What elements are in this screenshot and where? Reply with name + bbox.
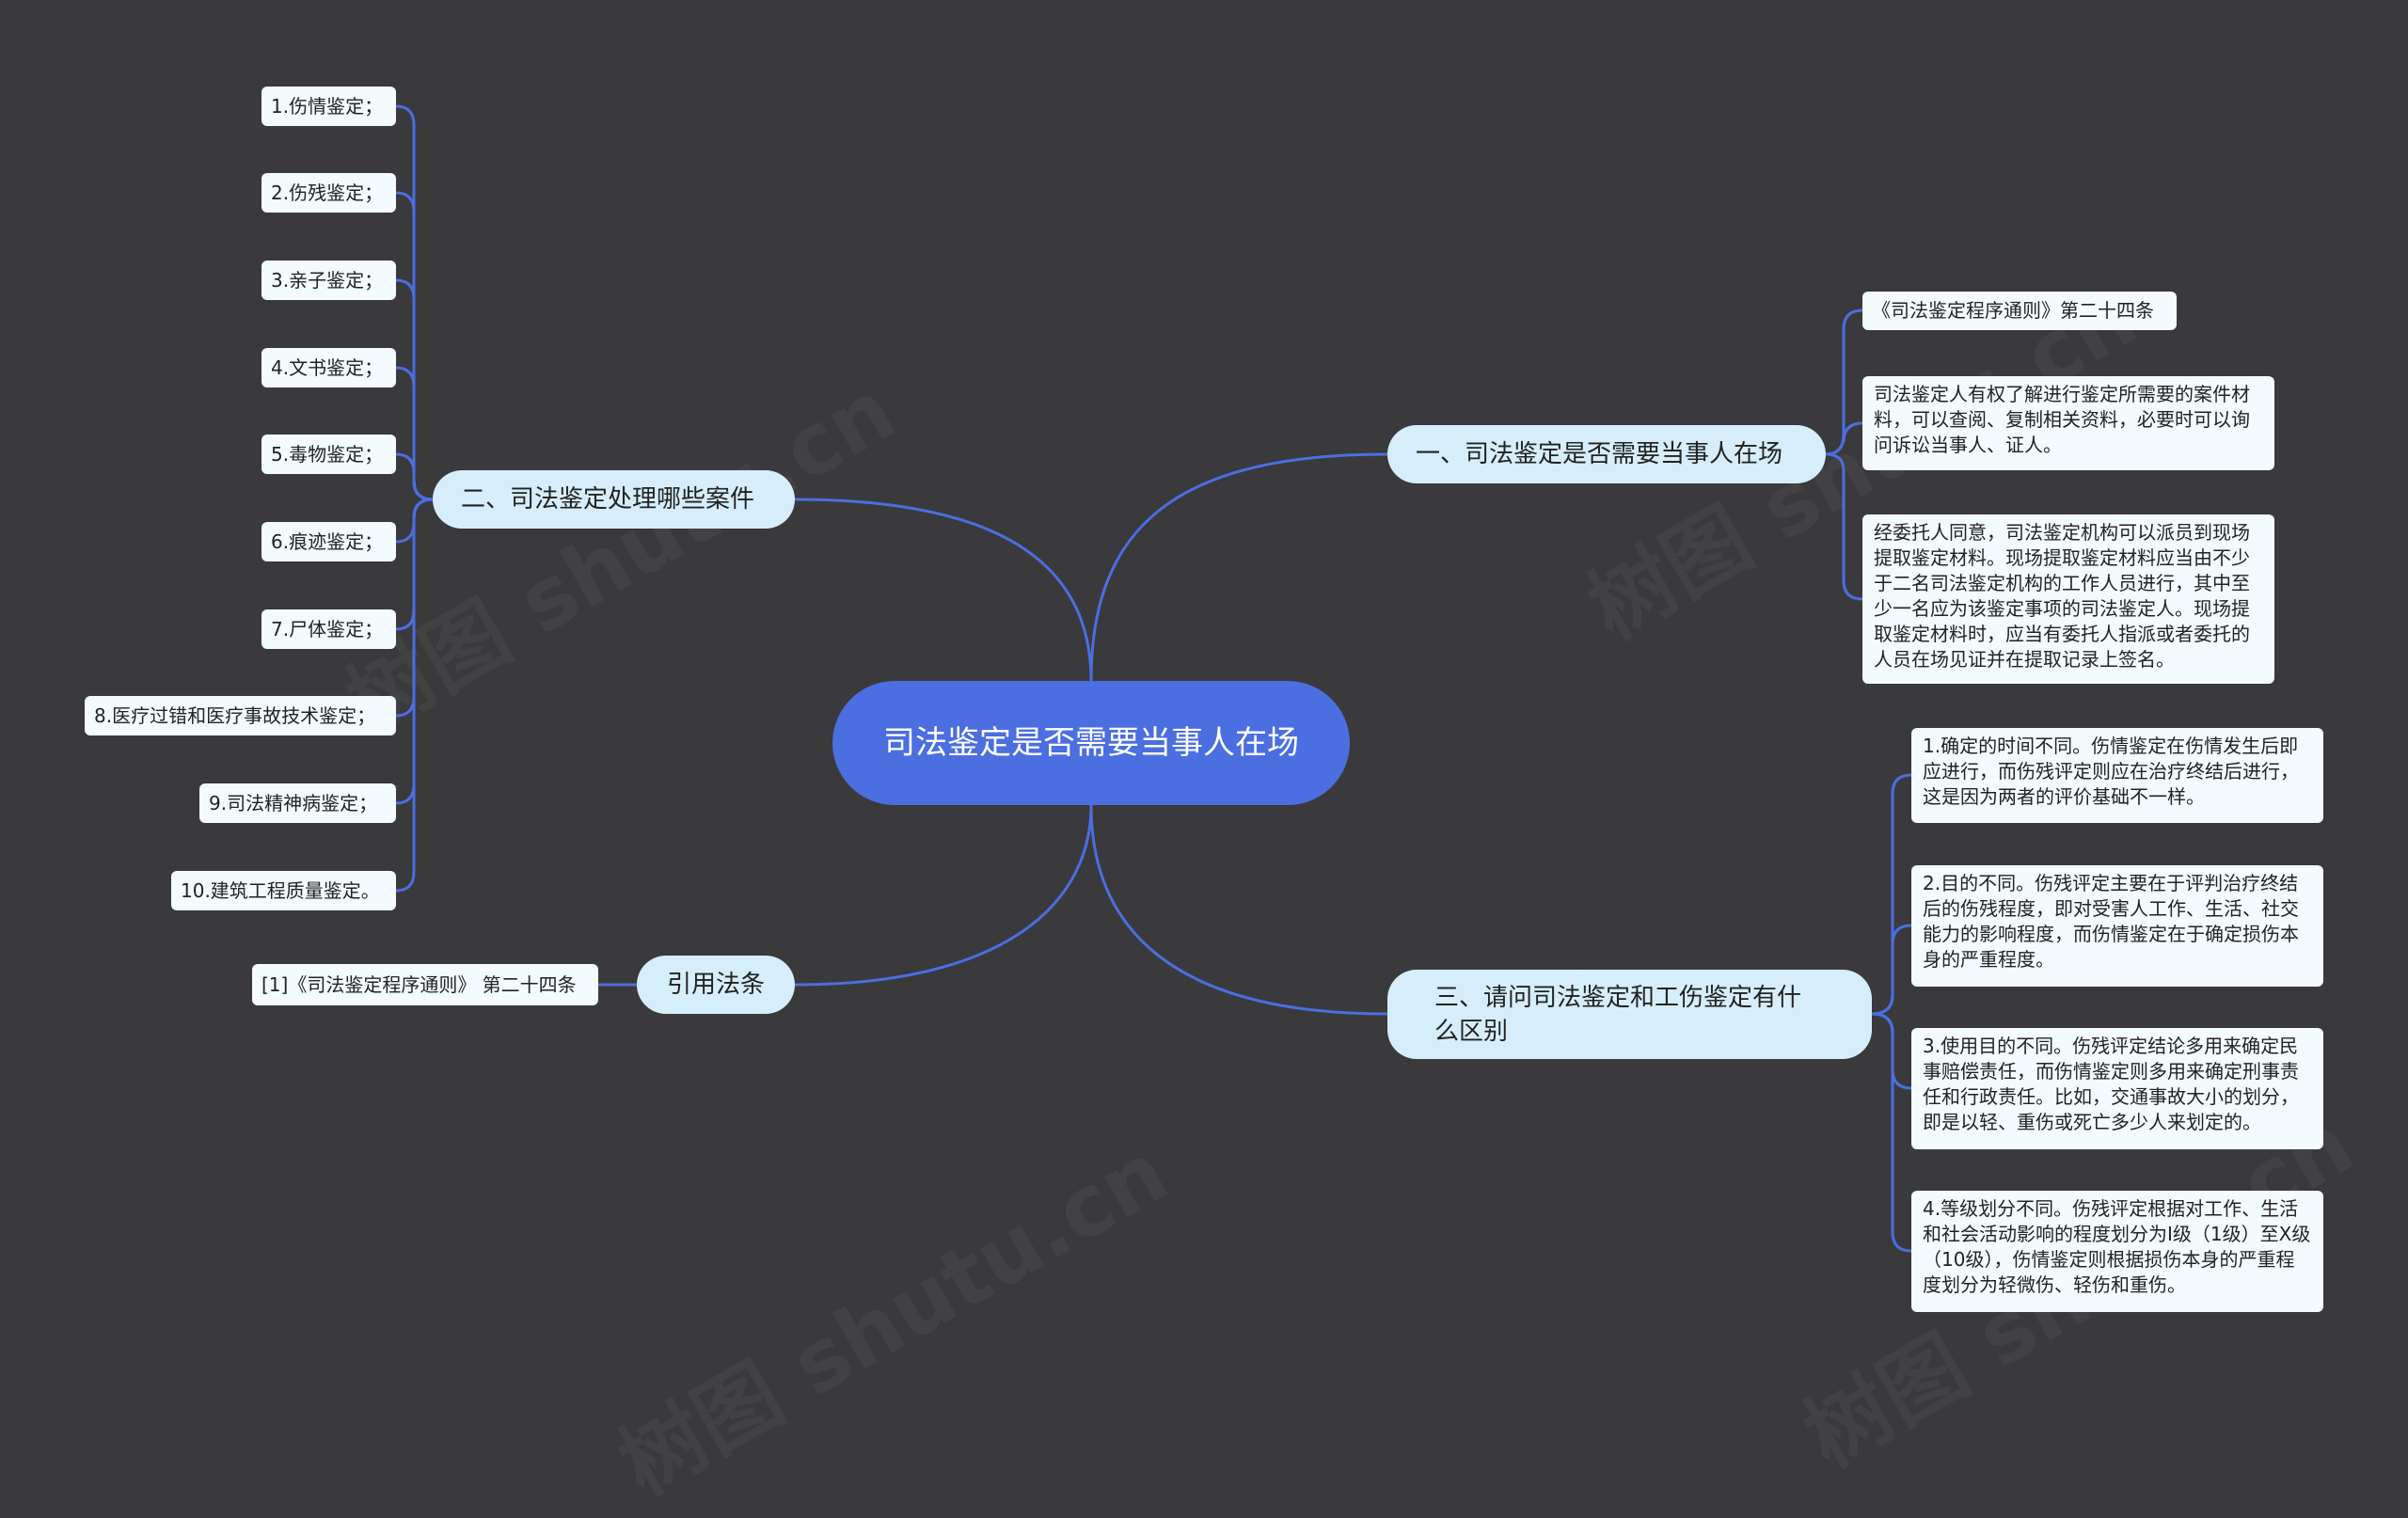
leaf-topic[interactable]: 2.目的不同。伤残评定主要在于评判治疗终结后的伤残程度，即对受害人工作、生活、社… [1911, 865, 2323, 987]
leaf-topic[interactable]: 10.建筑工程质量鉴定。 [171, 871, 396, 910]
leaf-topic[interactable]: 4.文书鉴定； [261, 348, 396, 387]
root-topic-label: 司法鉴定是否需要当事人在场 [883, 724, 1299, 762]
leaf-topic-label: 4.文书鉴定； [271, 356, 384, 379]
branch-topic-label: 二、司法鉴定处理哪些案件 [461, 485, 755, 514]
leaf-topic-label: 2.目的不同。伤残评定主要在于评判治疗终结后的伤残程度，即对受害人工作、生活、社… [1923, 872, 2299, 971]
branch-topic-2[interactable]: 二、司法鉴定处理哪些案件 [433, 470, 795, 529]
leaf-topic[interactable]: 9.司法精神病鉴定； [199, 783, 396, 823]
leaf-topic-label: 8.医疗过错和医疗事故技术鉴定； [94, 704, 376, 727]
leaf-topic-label: 司法鉴定人有权了解进行鉴定所需要的案件材料，可以查阅、复制相关资料，必要时可以询… [1874, 383, 2250, 456]
leaf-topic[interactable]: 司法鉴定人有权了解进行鉴定所需要的案件材料，可以查阅、复制相关资料，必要时可以询… [1862, 376, 2274, 470]
leaf-topic-label: 4.等级划分不同。伤残评定根据对工作、生活和社会活动影响的程度划分为I级（1级）… [1923, 1197, 2311, 1296]
leaf-topic-label: 2.伤残鉴定； [271, 181, 384, 204]
leaf-topic[interactable]: 6.痕迹鉴定； [261, 522, 396, 561]
leaf-topic-label: 9.司法精神病鉴定； [209, 791, 378, 814]
leaf-topic[interactable]: 经委托人同意，司法鉴定机构可以派员到现场提取鉴定材料。现场提取鉴定材料应当由不少… [1862, 514, 2274, 684]
branch-topic-3[interactable]: 三、请问司法鉴定和工伤鉴定有什么区别 [1387, 970, 1872, 1059]
leaf-topic[interactable]: 5.毒物鉴定； [261, 435, 396, 474]
leaf-topic[interactable]: 3.亲子鉴定； [261, 261, 396, 300]
leaf-topic-label: 《司法鉴定程序通则》第二十四条 [1872, 299, 2154, 322]
leaf-topic[interactable]: [1]《司法鉴定程序通则》 第二十四条 [252, 964, 598, 1005]
leaf-topic-label: 5.毒物鉴定； [271, 442, 384, 466]
leaf-topic-label: [1]《司法鉴定程序通则》 第二十四条 [261, 972, 577, 996]
leaf-topic-label: 3.使用目的不同。伤残评定结论多用来确定民事赔偿责任，而伤情鉴定则多用来确定刑事… [1923, 1035, 2299, 1133]
branch-topic-1[interactable]: 一、司法鉴定是否需要当事人在场 [1387, 425, 1826, 483]
leaf-topic-label: 1.伤情鉴定； [271, 94, 384, 118]
leaf-topic-label: 1.确定的时间不同。伤情鉴定在伤情发生后即应进行，而伤残评定则应在治疗终结后进行… [1923, 735, 2299, 808]
leaf-topic-label: 经委托人同意，司法鉴定机构可以派员到现场提取鉴定材料。现场提取鉴定材料应当由不少… [1874, 521, 2250, 671]
branch-topic-4[interactable]: 引用法条 [637, 956, 795, 1014]
leaf-topic-label: 7.尸体鉴定； [271, 617, 384, 640]
leaf-topic-label: 3.亲子鉴定； [271, 268, 384, 292]
root-topic[interactable]: 司法鉴定是否需要当事人在场 [832, 681, 1350, 805]
branch-topic-label: 三、请问司法鉴定和工伤鉴定有什么区别 [1434, 983, 1802, 1046]
leaf-topic-label: 10.建筑工程质量鉴定。 [181, 878, 380, 902]
branch-topic-label: 引用法条 [666, 971, 765, 999]
leaf-topic[interactable]: 1.确定的时间不同。伤情鉴定在伤情发生后即应进行，而伤残评定则应在治疗终结后进行… [1911, 728, 2323, 823]
leaf-topic[interactable]: 《司法鉴定程序通则》第二十四条 [1862, 292, 2177, 330]
leaf-topic[interactable]: 4.等级划分不同。伤残评定根据对工作、生活和社会活动影响的程度划分为I级（1级）… [1911, 1191, 2323, 1312]
leaf-topic[interactable]: 1.伤情鉴定； [261, 87, 396, 126]
leaf-topic[interactable]: 2.伤残鉴定； [261, 173, 396, 213]
leaf-topic-label: 6.痕迹鉴定； [271, 530, 384, 553]
leaf-topic[interactable]: 3.使用目的不同。伤残评定结论多用来确定民事赔偿责任，而伤情鉴定则多用来确定刑事… [1911, 1028, 2323, 1149]
leaf-topic[interactable]: 7.尸体鉴定； [261, 609, 396, 649]
leaf-topic[interactable]: 8.医疗过错和医疗事故技术鉴定； [85, 696, 396, 735]
branch-topic-label: 一、司法鉴定是否需要当事人在场 [1416, 440, 1783, 468]
